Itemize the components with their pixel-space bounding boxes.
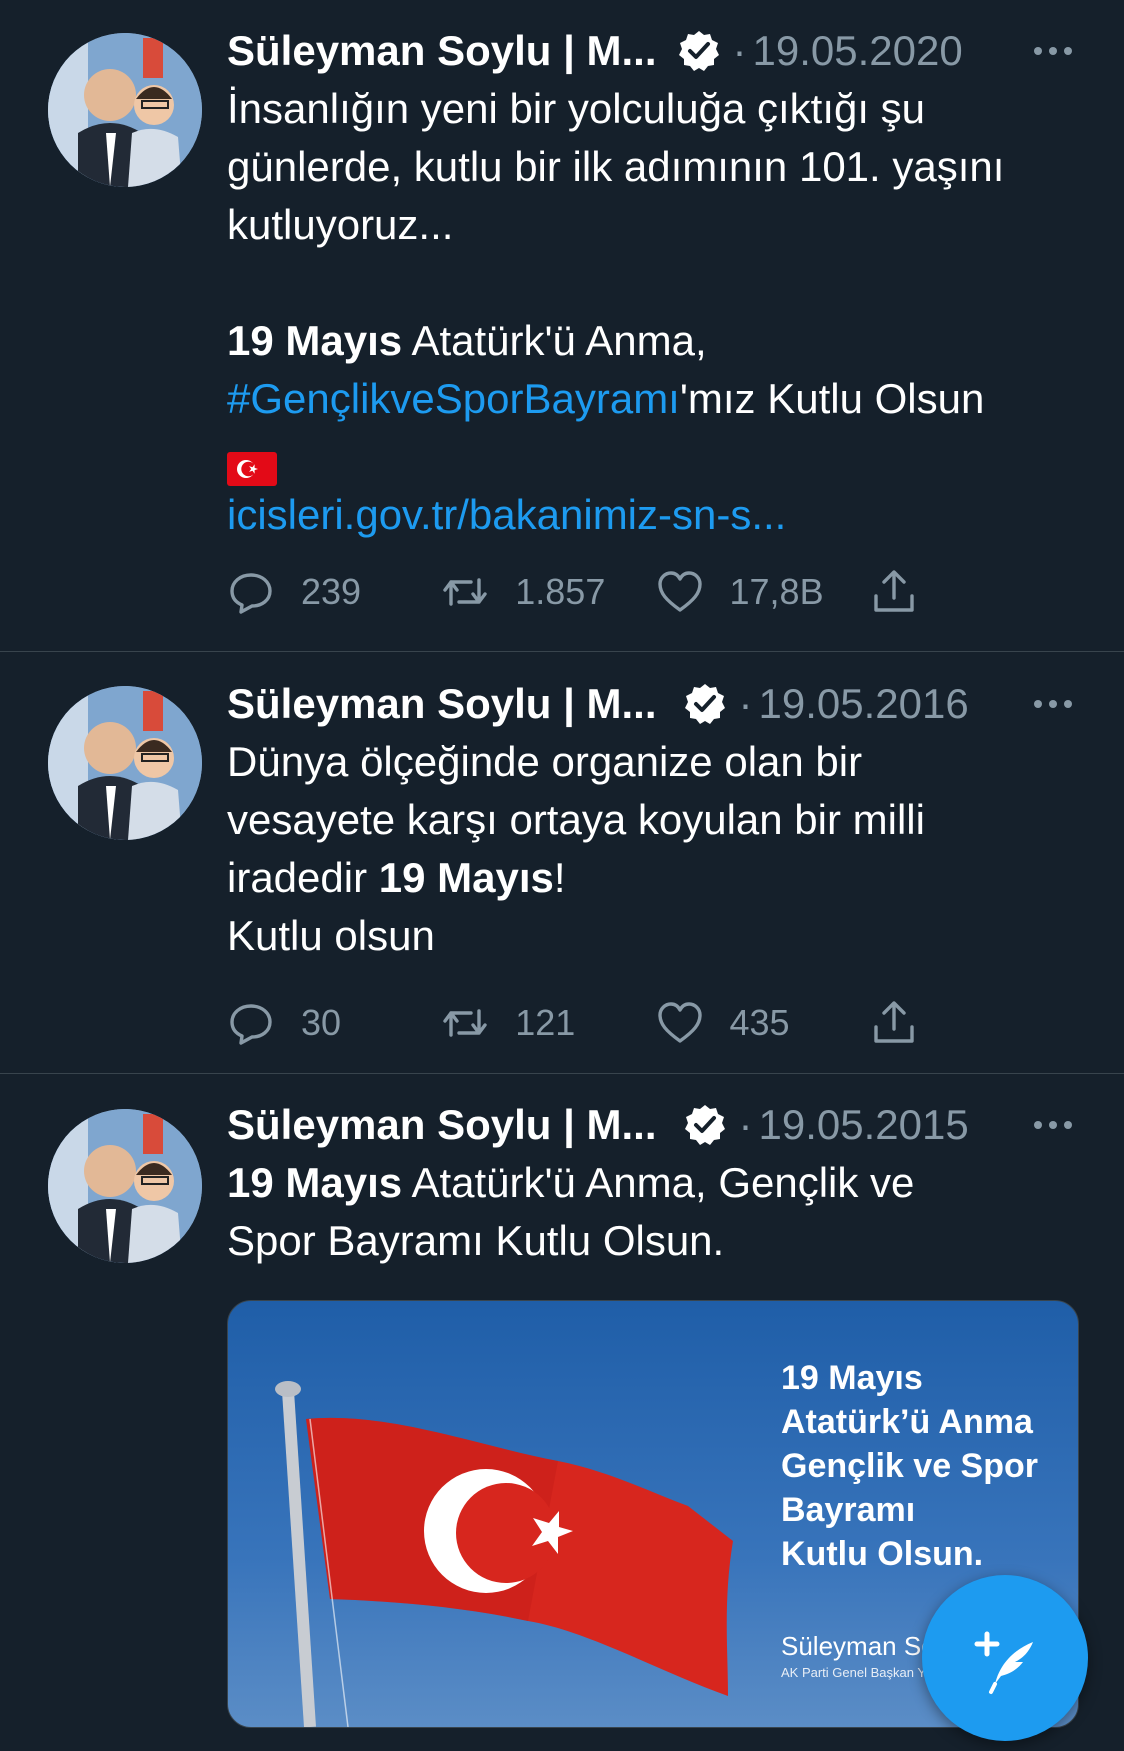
tweet-header: Süleyman Soylu | M... · 19.05.2020 <box>227 24 1084 78</box>
separator-dot: · <box>732 27 747 74</box>
retweet-icon <box>443 1009 487 1037</box>
author-name[interactable]: Süleyman Soylu | M... <box>227 1101 657 1149</box>
tweet-text: İnsanlığın yeni bir yolculuğa çıktığı şu… <box>227 80 1084 544</box>
reply-icon <box>230 573 272 614</box>
tweet-text-line: 19 Mayıs Atatürk'ü Anma, Gençlik ve <box>227 1154 1084 1212</box>
tweet-text-segment: ! <box>553 854 566 901</box>
reply-button[interactable]: 30 <box>227 999 441 1047</box>
reply-count: 239 <box>301 571 362 612</box>
bold-text: 19 Mayıs <box>378 854 554 901</box>
like-button[interactable]: 435 <box>656 999 870 1047</box>
author-name[interactable]: Süleyman Soylu | M... <box>227 680 657 728</box>
avatar[interactable] <box>48 33 202 187</box>
tweet-text-segment: Atatürk'ü Anma, <box>402 317 707 364</box>
external-link[interactable]: icisleri.gov.tr/bakanimiz-sn-s... <box>227 491 786 538</box>
tweet-text-line: 19 Mayıs Atatürk'ü Anma, <box>227 312 1084 370</box>
tweet-actions: 30 121 435 <box>227 993 1084 1053</box>
tweet-text-line: iradedir 19 Mayıs! <box>227 849 1084 907</box>
retweet-button[interactable]: 121 <box>441 999 655 1047</box>
tweet[interactable]: Süleyman Soylu | M... · 19.05.2016 Dünya… <box>0 652 1124 1074</box>
tweet-text-line: İnsanlığın yeni bir yolculuğa çıktığı şu <box>227 85 926 132</box>
share-icon <box>874 1001 914 1043</box>
heart-icon <box>657 1002 702 1043</box>
tweet-text-line: Kutlu olsun <box>227 912 435 959</box>
tweet-text-line: kutluyoruz... <box>227 201 454 248</box>
hashtag-link[interactable]: #GençlikveSporBayramı <box>227 375 680 422</box>
author-name[interactable]: Süleyman Soylu | M... <box>227 27 657 75</box>
reply-count: 30 <box>301 1002 342 1043</box>
tweet-date[interactable]: 19.05.2015 <box>759 1101 969 1149</box>
like-count: 435 <box>729 1002 790 1043</box>
timeline: Süleyman Soylu | M... · 19.05.2020 İnsan… <box>0 0 1124 1751</box>
retweet-button[interactable]: 1.857 <box>441 568 655 616</box>
tweet-date[interactable]: 19.05.2016 <box>759 680 969 728</box>
reply-button[interactable]: 239 <box>227 568 441 616</box>
retweet-count: 1.857 <box>515 571 606 612</box>
verified-badge-icon <box>683 1103 727 1147</box>
tweet-header: Süleyman Soylu | M... · 19.05.2016 <box>227 677 1084 731</box>
compose-feather-icon <box>974 1631 1033 1694</box>
share-button[interactable] <box>870 568 1084 616</box>
tweet-text: Dünya ölçeğinde organize olan bir vesaye… <box>227 733 1084 965</box>
tweet-text-line: Dünya ölçeğinde organize olan bir <box>227 738 863 785</box>
tweet-text-line: günlerde, kutlu bir ilk adımının 101. ya… <box>227 143 1005 190</box>
share-icon <box>874 570 914 612</box>
tweet-text-segment: 'mız Kutlu Olsun <box>679 375 985 422</box>
verified-badge-icon <box>677 29 721 73</box>
retweet-icon <box>443 578 487 606</box>
separator-dot: · <box>738 680 753 727</box>
like-button[interactable]: 17,8B <box>656 568 870 616</box>
tweet-header: Süleyman Soylu | M... · 19.05.2015 <box>227 1098 1084 1152</box>
share-button[interactable] <box>870 999 1084 1047</box>
tweet-text-segment: Atatürk'ü Anma, Gençlik ve <box>402 1159 915 1206</box>
more-options-icon[interactable] <box>1034 47 1084 55</box>
verified-badge-icon <box>683 682 727 726</box>
separator-dot: · <box>738 1101 753 1148</box>
more-options-icon[interactable] <box>1034 700 1084 708</box>
tweet-date[interactable]: 19.05.2020 <box>753 27 963 75</box>
bold-text: 19 Mayıs <box>227 317 403 364</box>
like-count: 17,8B <box>729 571 824 612</box>
tweet-text-line: vesayete karşı ortaya koyulan bir milli <box>227 796 925 843</box>
retweet-count: 121 <box>515 1002 576 1043</box>
tweet-text-segment: iradedir <box>227 854 379 901</box>
tweet-text-line: Spor Bayramı Kutlu Olsun. <box>227 1217 725 1264</box>
avatar[interactable] <box>48 686 202 840</box>
tweet-text-line <box>227 428 1084 486</box>
more-options-icon[interactable] <box>1034 1121 1084 1129</box>
image-subtitle: AK Parti Genel Başkan Ya <box>781 1665 933 1680</box>
compose-tweet-button[interactable] <box>922 1575 1088 1741</box>
turkish-flag-emoji-icon <box>227 443 277 486</box>
reply-icon <box>230 1004 272 1045</box>
tweet-text-line: #GençlikveSporBayramı'mız Kutlu Olsun <box>227 370 1084 428</box>
tweet-text: 19 Mayıs Atatürk'ü Anma, Gençlik ve Spor… <box>227 1154 1084 1270</box>
tweet[interactable]: Süleyman Soylu | M... · 19.05.2020 İnsan… <box>0 0 1124 652</box>
tweet-actions: 239 1.857 17,8B <box>227 562 1084 622</box>
tweet-text-line: icisleri.gov.tr/bakanimiz-sn-s... <box>227 486 1084 544</box>
avatar[interactable] <box>48 1109 202 1263</box>
heart-icon <box>657 571 702 612</box>
image-headline: 19 Mayıs Atatürk’ü Anma Gençlik ve Spor … <box>781 1359 1038 1573</box>
bold-text: 19 Mayıs <box>227 1159 403 1206</box>
